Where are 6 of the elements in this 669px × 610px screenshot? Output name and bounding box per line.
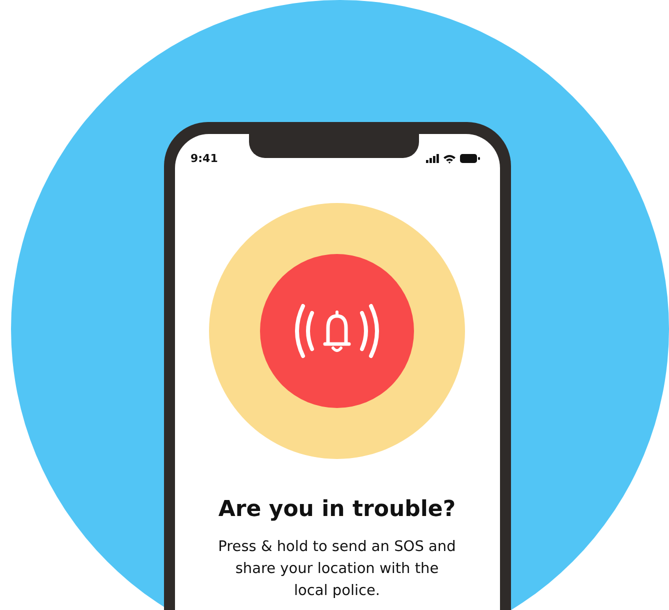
status-time: 9:41 (190, 152, 218, 165)
signal-icon (426, 154, 438, 163)
wifi-icon (442, 154, 456, 164)
prompt-message: Press & hold to send an SOS and share your location with the local police. (217, 538, 457, 601)
battery-icon (460, 154, 480, 163)
prompt-title: Are you in trouble? (218, 497, 456, 522)
